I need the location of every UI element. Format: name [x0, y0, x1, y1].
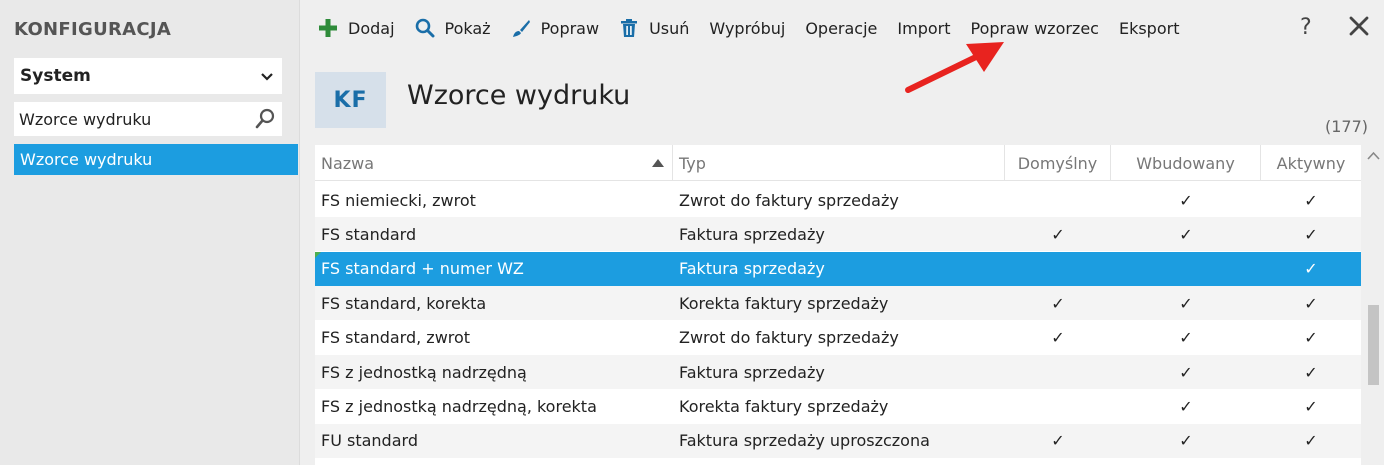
cell-default-check: [1005, 183, 1111, 217]
cell-builtin-check: ✓: [1179, 293, 1193, 313]
chevron-up-icon[interactable]: [1367, 151, 1380, 161]
table-row[interactable]: FS standard Faktura sprzedaży ✓ ✓ ✓: [315, 217, 1361, 252]
try-button[interactable]: Wypróbuj: [709, 19, 785, 38]
plus-icon: [319, 19, 337, 37]
column-header-type[interactable]: Typ: [673, 145, 1005, 181]
sidebar-item-wzorce-wydruku[interactable]: Wzorce wydruku: [14, 144, 298, 175]
sidebar: KONFIGURACJA System Wzorce wydruku: [0, 0, 300, 465]
search-icon[interactable]: [254, 108, 276, 130]
cell-name: FS niemiecki, zwrot: [321, 190, 476, 210]
column-header-builtin-label: Wbudowany: [1136, 153, 1235, 173]
delete-button-label: Usuń: [649, 18, 690, 38]
operations-button-label: Operacje: [805, 18, 878, 38]
cell-type: Korekta faktury sprzedaży: [679, 396, 889, 416]
cell-active-check: ✓: [1304, 431, 1318, 451]
annotation-arrow: [905, 42, 1004, 93]
cell-default-check: ✓: [1051, 224, 1065, 244]
add-button-label: Dodaj: [348, 18, 395, 38]
cell-active-check: ✓: [1304, 362, 1318, 382]
cell-type: Zwrot do faktury sprzedaży: [679, 190, 899, 210]
column-header-name[interactable]: Nazwa: [315, 145, 673, 181]
column-header-builtin[interactable]: Wbudowany: [1111, 145, 1261, 181]
cell-name: FS z jednostką nadrzędną, korekta: [321, 396, 597, 416]
cell-name: FS standard, zwrot: [321, 328, 471, 348]
help-button[interactable]: ?: [1300, 15, 1312, 40]
cell-builtin-check: ✓: [1179, 362, 1193, 382]
cell-default-check: ✓: [1051, 293, 1065, 313]
edit-button[interactable]: Popraw: [511, 18, 600, 38]
sidebar-search-input[interactable]: [19, 109, 239, 129]
table-row[interactable]: FS z jednostką nadrzędną, korekta Korekta…: [315, 389, 1361, 423]
cell-active-check: ✓: [1304, 293, 1318, 313]
table-row[interactable]: FS standard + numer WZ Faktura sprzedaży ✓: [315, 251, 1361, 286]
cell-name: FS standard + numer WZ: [321, 259, 524, 279]
table-row[interactable]: FU standard Faktura sprzedaży uproszczona…: [315, 423, 1361, 458]
cell-active-check: ✓: [1304, 224, 1318, 244]
brush-icon: [512, 20, 530, 37]
show-button[interactable]: Pokaż: [415, 18, 491, 38]
export-button[interactable]: Eksport: [1119, 19, 1180, 38]
table-scrollbar[interactable]: [1363, 145, 1384, 465]
sort-ascending-icon: [652, 159, 664, 167]
cell-type: Faktura sprzedaży: [679, 224, 825, 244]
column-header-type-label: Typ: [679, 153, 706, 173]
table-row[interactable]: FS standard, korekta Korekta faktury sprz…: [315, 286, 1361, 321]
templates-table: Nazwa Typ Domyślny Wbudowany Aktywny FS …: [315, 145, 1361, 465]
cell-type: Faktura sprzedaży uproszczona: [679, 431, 930, 451]
cell-builtin-check: ✓: [1179, 431, 1193, 451]
cell-active-check: ✓: [1304, 396, 1318, 416]
app-title: KONFIGURACJA: [14, 19, 172, 40]
show-button-label: Pokaż: [444, 18, 491, 38]
record-count: (177): [1325, 117, 1369, 136]
column-header-active-label: Aktywny: [1276, 153, 1346, 173]
export-button-label: Eksport: [1118, 18, 1180, 38]
table-row[interactable]: FS standard, zwrot Zwrot do faktury sprze…: [315, 321, 1361, 355]
page-title: Wzorce wydruku: [407, 80, 631, 111]
cell-name: FS standard: [321, 224, 417, 244]
column-header-name-label: Nazwa: [321, 153, 375, 173]
delete-button[interactable]: Usuń: [619, 18, 689, 38]
table-row[interactable]: FS z jednostką nadrzędną Faktura sprzedaż…: [315, 355, 1361, 389]
try-button-label: Wypróbuj: [709, 18, 786, 38]
cell-builtin-check: ✓: [1179, 190, 1193, 210]
column-header-active[interactable]: Aktywny: [1261, 145, 1361, 181]
module-select[interactable]: System: [14, 58, 282, 94]
cell-default-check: [1005, 355, 1111, 389]
cell-active-check: ✓: [1304, 259, 1318, 279]
table-header: Nazwa Typ Domyślny Wbudowany Aktywny: [315, 145, 1361, 181]
cell-builtin-check: ✓: [1179, 328, 1193, 348]
cell-builtin-check: ✓: [1179, 396, 1193, 416]
cell-name: FS standard, korekta: [321, 293, 487, 313]
cell-active-check: ✓: [1304, 190, 1318, 210]
operations-button[interactable]: Operacje: [805, 19, 877, 38]
cell-name: FS z jednostką nadrzędną: [321, 362, 527, 382]
cell-type: Zwrot do faktury sprzedaży: [679, 328, 899, 348]
trash-icon: [621, 19, 638, 37]
cell-type: Faktura sprzedaży: [679, 362, 825, 382]
cell-active-check: ✓: [1304, 328, 1318, 348]
cell-default-check: ✓: [1051, 431, 1065, 451]
toolbar: Dodaj Pokaż Popraw Usuń Wypróbuj Operacj…: [318, 10, 1199, 46]
edit-button-label: Popraw: [540, 18, 600, 38]
sidebar-search: [14, 102, 282, 136]
table-row[interactable]: FS niemiecki, zwrot Zwrot do faktury sprz…: [315, 183, 1361, 217]
cell-type: Faktura sprzedaży: [679, 259, 825, 279]
scrollbar-thumb[interactable]: [1368, 305, 1379, 385]
cell-builtin-check: [1111, 252, 1261, 286]
column-header-default[interactable]: Domyślny: [1005, 145, 1111, 181]
cell-name: FU standard: [321, 431, 418, 451]
cell-default-check: [1005, 252, 1111, 286]
close-icon[interactable]: [1348, 15, 1370, 37]
module-select-value: System: [20, 66, 91, 86]
cell-builtin-check: ✓: [1179, 224, 1193, 244]
module-badge: KF: [315, 72, 386, 128]
search-icon: [415, 18, 435, 38]
add-button[interactable]: Dodaj: [318, 18, 395, 38]
chevron-down-icon: [261, 73, 273, 81]
cell-default-check: [1005, 389, 1111, 423]
column-header-default-label: Domyślny: [1017, 153, 1098, 173]
cell-default-check: ✓: [1051, 328, 1065, 348]
cell-type: Korekta faktury sprzedaży: [679, 293, 889, 313]
